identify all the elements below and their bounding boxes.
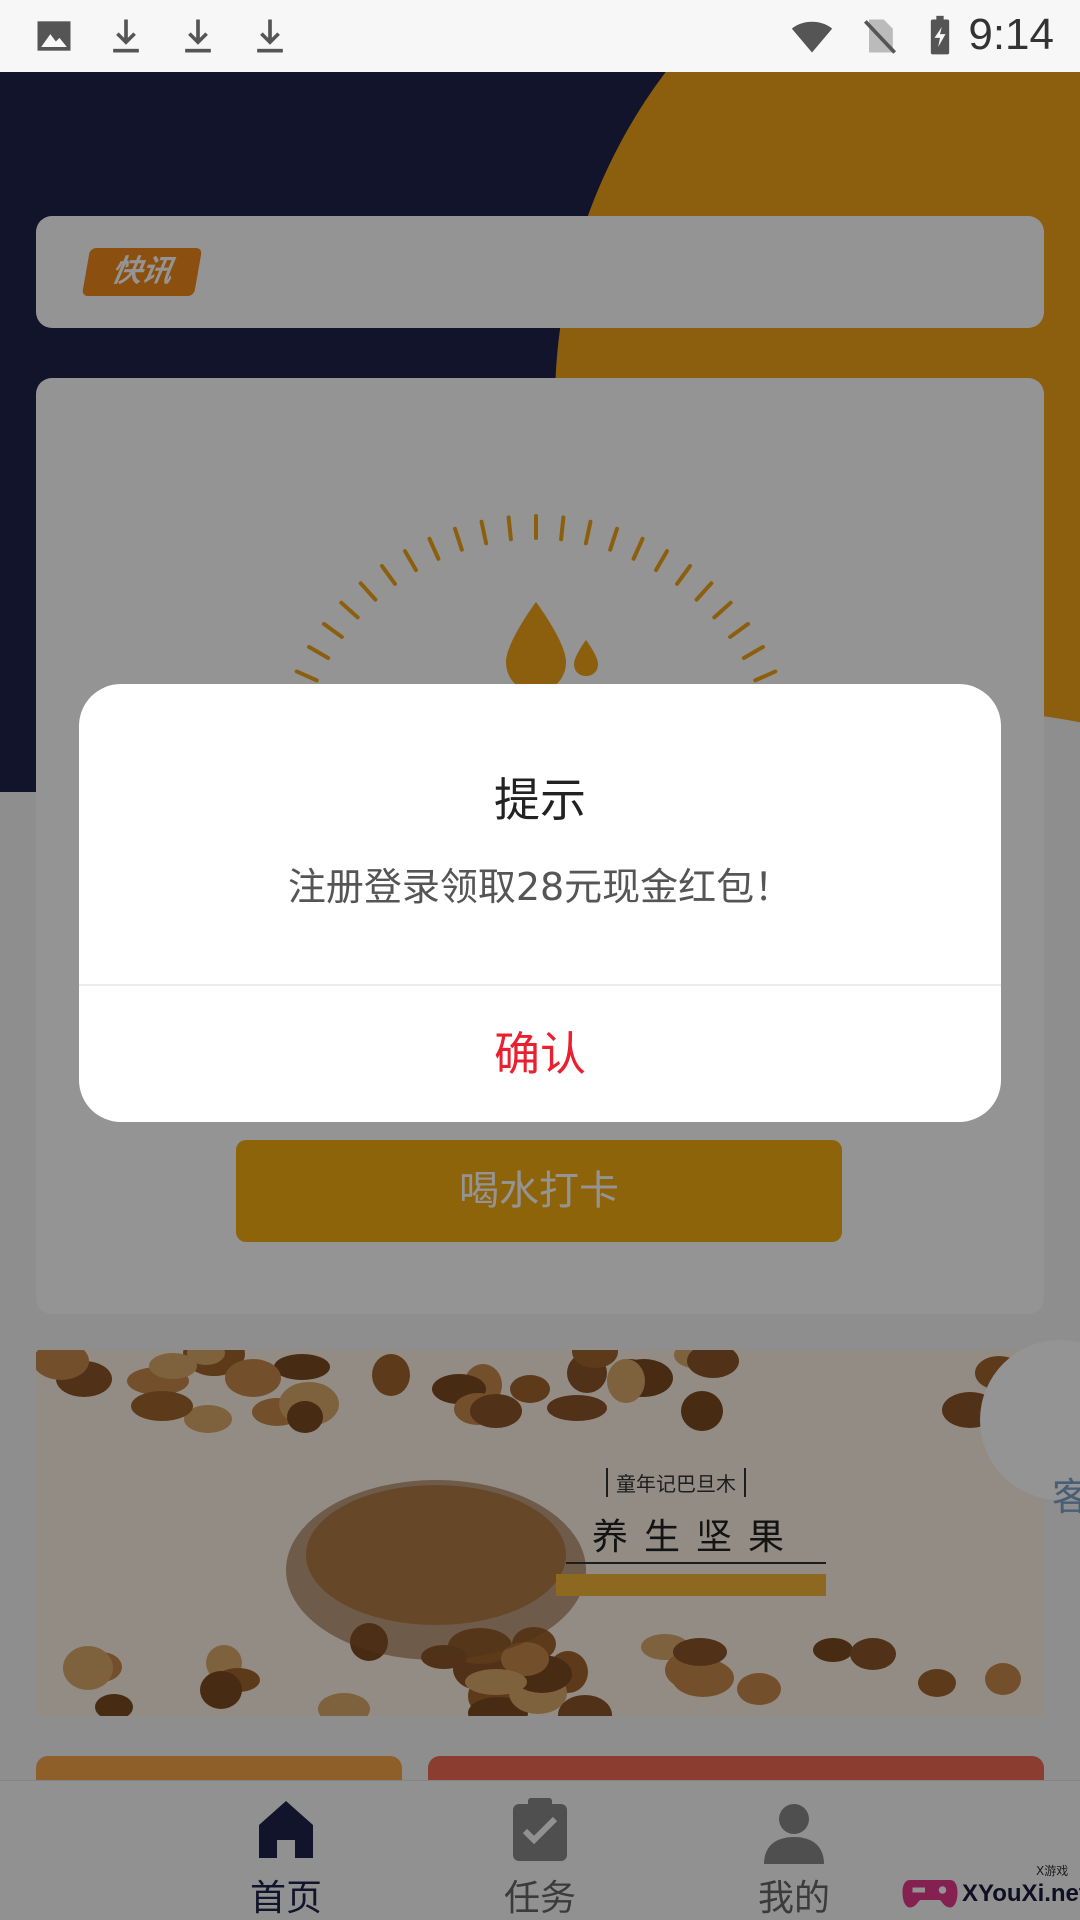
dialog-title: 提示: [494, 773, 586, 827]
download-icon: [113, 19, 139, 53]
wifi-icon: [791, 21, 833, 53]
alert-dialog: 提示 注册登录领取28元现金红包！ 确认: [79, 684, 1001, 1122]
status-bar: 9:14: [0, 0, 1080, 72]
no-sim-icon: [863, 19, 897, 54]
confirm-button[interactable]: 确认: [79, 986, 1001, 1122]
image-icon: [37, 21, 71, 51]
status-time: 9:14: [968, 10, 1054, 59]
battery-charging-icon: [930, 15, 950, 55]
download-icon: [257, 19, 283, 53]
app-screen: 9:14 快讯 喝水打卡 童年记巴旦木 养生坚果 客 首页 任务 我的 X游戏 …: [0, 0, 1080, 1920]
dialog-message: 注册登录领取28元现金红包！: [287, 865, 793, 909]
download-icon: [185, 19, 211, 53]
